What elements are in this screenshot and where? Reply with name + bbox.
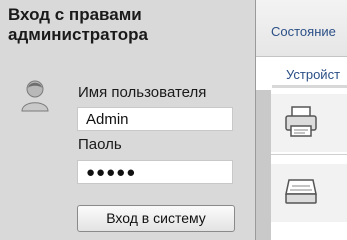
printer-icon (285, 106, 317, 137)
admin-login-panel: Вход с правами администратора Имя пользо… (0, 0, 256, 240)
tab-status-label: Состояние (271, 24, 336, 39)
device-row-printer[interactable] (271, 94, 347, 152)
tab-device[interactable]: Устройст (286, 67, 340, 82)
tab-status[interactable]: Состояние (256, 0, 347, 57)
login-button[interactable]: Вход в систему (77, 205, 235, 232)
tab-underline (272, 85, 347, 88)
username-field[interactable]: Admin (77, 107, 233, 131)
main-content-area: Состояние Устройст (256, 0, 347, 240)
password-field[interactable]: ●●●●● (77, 160, 233, 184)
user-avatar-icon (21, 80, 49, 112)
device-row-scanner[interactable] (271, 164, 347, 222)
left-strip (256, 90, 271, 240)
login-title: Вход с правами администратора (8, 5, 148, 44)
row-divider (271, 154, 347, 155)
password-label: Паоль (78, 136, 122, 153)
scanner-icon (285, 179, 317, 204)
username-label: Имя пользователя (78, 84, 207, 101)
